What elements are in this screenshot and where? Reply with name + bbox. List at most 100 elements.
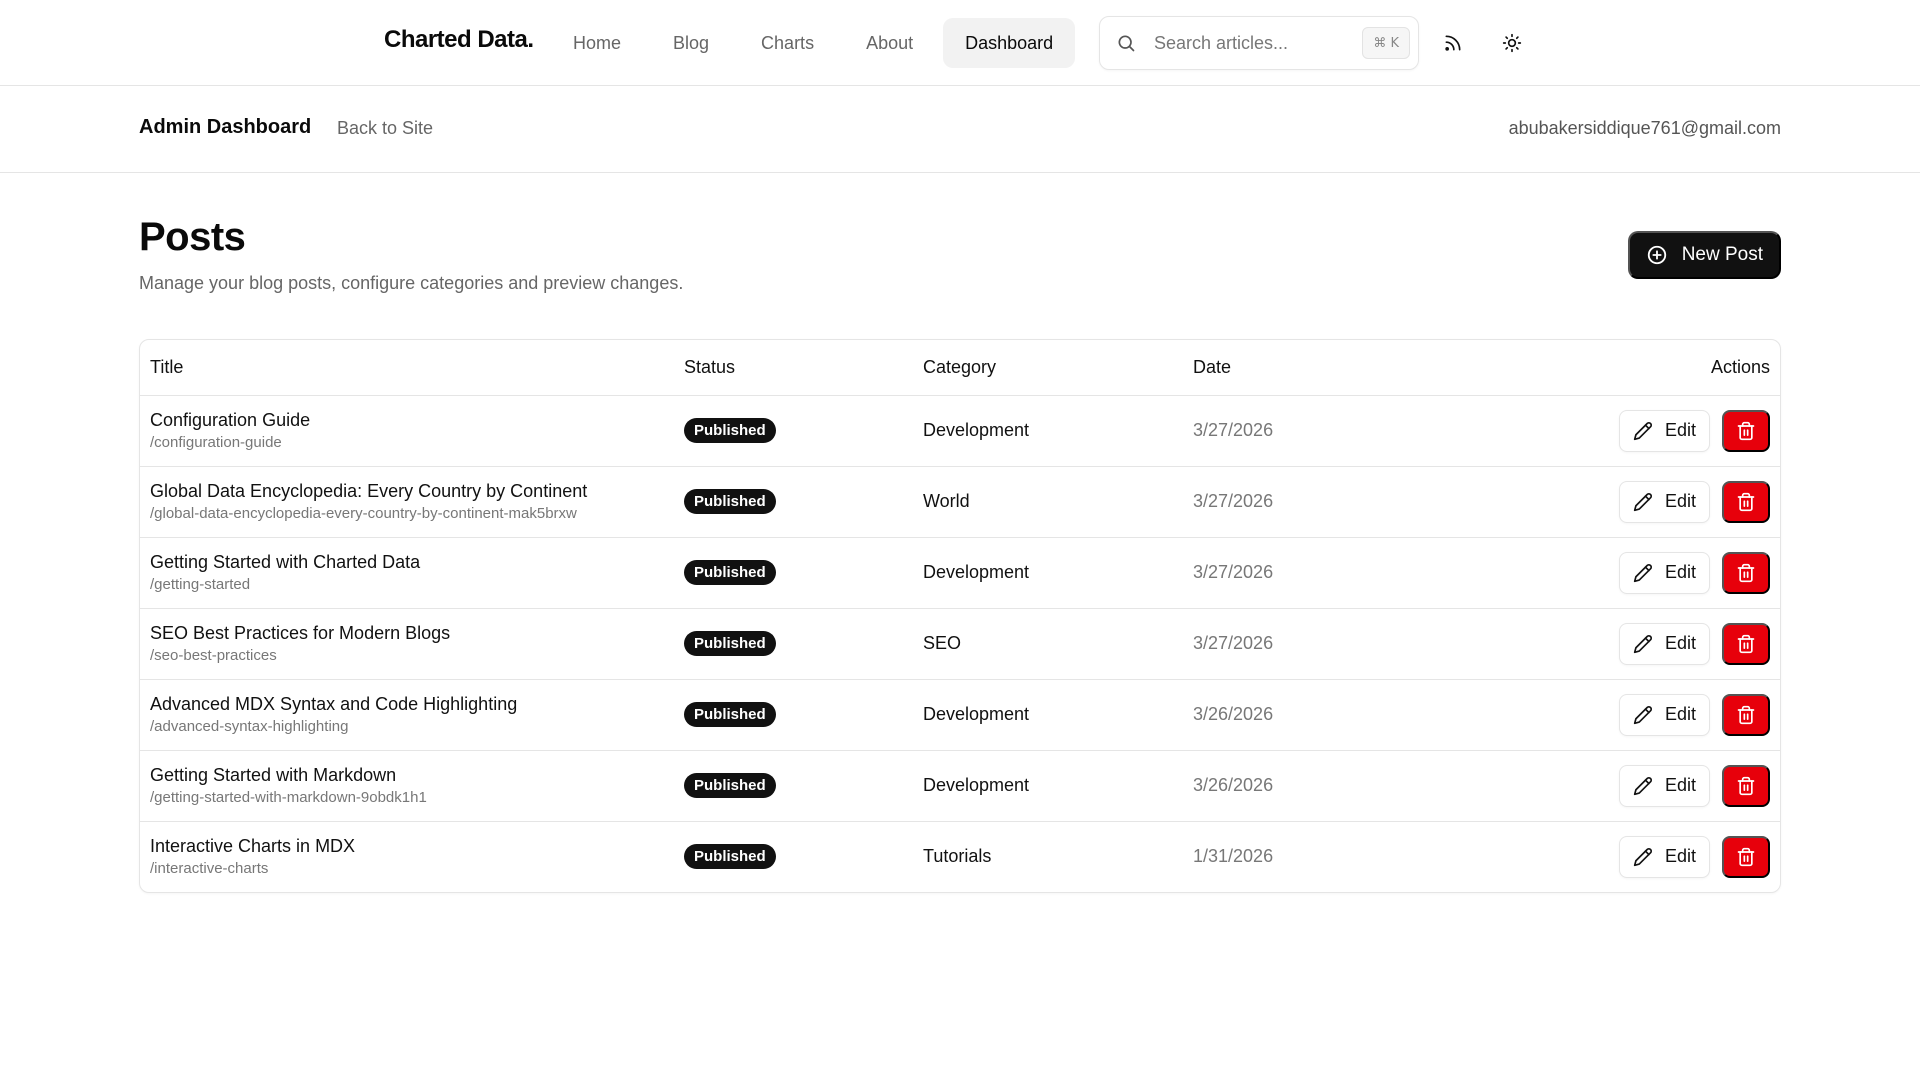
delete-button[interactable] xyxy=(1722,622,1770,665)
nav-link-charts[interactable]: Charts xyxy=(739,18,836,68)
post-actions-cell: Edit xyxy=(1483,750,1780,822)
table-row: Global Data Encyclopedia: Every Country … xyxy=(140,466,1780,538)
post-category-cell: Development xyxy=(913,537,1183,609)
edit-button[interactable]: Edit xyxy=(1618,764,1710,807)
search-shortcut-badge: ⌘ K xyxy=(1362,27,1410,59)
pencil-icon xyxy=(1633,634,1653,654)
post-status-cell: Published xyxy=(674,821,913,892)
user-email: abubakersiddique761@gmail.com xyxy=(1508,118,1781,138)
delete-button[interactable] xyxy=(1722,551,1770,594)
edit-button[interactable]: Edit xyxy=(1618,835,1710,878)
sun-icon xyxy=(1502,33,1522,53)
brand-logo[interactable]: Charted Data. xyxy=(384,26,534,54)
status-badge: Published xyxy=(684,418,776,443)
back-to-site-link[interactable]: Back to Site xyxy=(337,118,433,139)
post-title-cell: SEO Best Practices for Modern Blogs /seo… xyxy=(140,608,674,680)
pencil-icon xyxy=(1633,847,1653,867)
post-title[interactable]: Advanced MDX Syntax and Code Highlightin… xyxy=(150,693,664,715)
edit-button[interactable]: Edit xyxy=(1618,409,1710,452)
status-badge: Published xyxy=(684,844,776,870)
post-status-cell: Published xyxy=(674,395,913,467)
column-header-category: Category xyxy=(913,340,1183,396)
nav-link-home[interactable]: Home xyxy=(551,18,643,68)
search-box[interactable]: Search articles... ⌘ K xyxy=(1099,16,1419,70)
edit-button[interactable]: Edit xyxy=(1618,480,1710,523)
post-date: 1/31/2026 xyxy=(1193,846,1274,867)
page-subtitle: Manage your blog posts, configure catego… xyxy=(139,273,684,293)
trash-icon xyxy=(1736,776,1756,796)
pencil-icon xyxy=(1633,705,1653,725)
post-date: 3/27/2026 xyxy=(1193,562,1274,582)
rss-button[interactable] xyxy=(1436,26,1470,60)
delete-button[interactable] xyxy=(1722,409,1770,452)
theme-toggle-button[interactable] xyxy=(1495,26,1529,60)
table-row: Getting Started with Charted Data /getti… xyxy=(140,537,1780,609)
post-category: Tutorials xyxy=(923,846,992,867)
post-category-cell: World xyxy=(913,466,1183,538)
edit-button[interactable]: Edit xyxy=(1618,693,1710,736)
post-slug: /configuration-guide xyxy=(150,433,282,451)
trash-icon xyxy=(1736,421,1756,441)
post-category-cell: Development xyxy=(913,750,1183,822)
search-placeholder: Search articles... xyxy=(1154,32,1289,53)
nav-link-dashboard[interactable]: Dashboard xyxy=(943,18,1076,68)
edit-label: Edit xyxy=(1664,633,1696,653)
post-actions-cell: Edit xyxy=(1483,466,1780,538)
edit-label: Edit xyxy=(1664,491,1696,511)
post-title[interactable]: Global Data Encyclopedia: Every Country … xyxy=(150,480,664,502)
table-row: Interactive Charts in MDX /interactive-c… xyxy=(140,821,1780,892)
post-title[interactable]: Getting Started with Markdown xyxy=(150,764,664,786)
delete-button[interactable] xyxy=(1722,480,1770,523)
post-category: SEO xyxy=(923,633,962,653)
post-title-cell: Getting Started with Markdown /getting-s… xyxy=(140,750,674,822)
post-category: Development xyxy=(923,704,1030,724)
post-actions-cell: Edit xyxy=(1483,537,1780,609)
post-title-cell: Global Data Encyclopedia: Every Country … xyxy=(140,466,674,538)
new-post-button[interactable]: New Post xyxy=(1627,231,1781,279)
delete-button[interactable] xyxy=(1722,764,1770,807)
column-header-title: Title xyxy=(140,340,674,396)
post-actions-cell: Edit xyxy=(1483,821,1780,892)
nav-link-blog[interactable]: Blog xyxy=(651,18,731,68)
post-status-cell: Published xyxy=(674,679,913,751)
post-actions-cell: Edit xyxy=(1483,395,1780,467)
edit-button[interactable]: Edit xyxy=(1618,622,1710,665)
status-badge: Published xyxy=(684,773,776,798)
admin-dashboard-title: Admin Dashboard xyxy=(139,116,312,138)
delete-button[interactable] xyxy=(1722,693,1770,736)
edit-button[interactable]: Edit xyxy=(1618,551,1710,594)
post-date: 3/27/2026 xyxy=(1193,491,1274,511)
brand-name: Charted Data xyxy=(384,26,528,53)
trash-icon xyxy=(1736,492,1756,512)
post-category: World xyxy=(923,491,970,511)
post-slug: /interactive-charts xyxy=(150,859,269,877)
post-actions-cell: Edit xyxy=(1483,679,1780,751)
post-status-cell: Published xyxy=(674,608,913,680)
main-nav: Home Blog Charts About Dashboard xyxy=(551,18,1076,68)
new-post-label: New Post xyxy=(1681,244,1763,265)
post-title[interactable]: SEO Best Practices for Modern Blogs xyxy=(150,622,664,644)
post-date: 3/27/2026 xyxy=(1193,420,1274,440)
delete-button[interactable] xyxy=(1722,835,1770,878)
pencil-icon xyxy=(1633,563,1653,583)
status-badge: Published xyxy=(684,489,776,514)
edit-label: Edit xyxy=(1664,562,1696,582)
post-title[interactable]: Configuration Guide xyxy=(150,409,664,431)
post-date-cell: 3/26/2026 xyxy=(1183,750,1483,822)
post-category-cell: Development xyxy=(913,679,1183,751)
post-title[interactable]: Interactive Charts in MDX xyxy=(150,835,664,857)
post-slug: /getting-started-with-markdown-9obdk1h1 xyxy=(150,788,427,806)
posts-table: Title Status Category Date Actions Confi… xyxy=(139,339,1781,893)
status-badge: Published xyxy=(684,560,776,585)
post-title[interactable]: Getting Started with Charted Data xyxy=(150,551,664,573)
trash-icon xyxy=(1736,563,1756,583)
brand-dot: . xyxy=(527,26,534,53)
post-category-cell: Tutorials xyxy=(913,821,1183,892)
nav-link-about[interactable]: About xyxy=(844,18,935,68)
table-row: Advanced MDX Syntax and Code Highlightin… xyxy=(140,679,1780,751)
page-title: Posts xyxy=(139,215,246,259)
status-badge: Published xyxy=(684,631,776,656)
column-header-date: Date xyxy=(1183,340,1483,396)
post-category: Development xyxy=(923,775,1030,795)
post-category: Development xyxy=(923,420,1030,440)
